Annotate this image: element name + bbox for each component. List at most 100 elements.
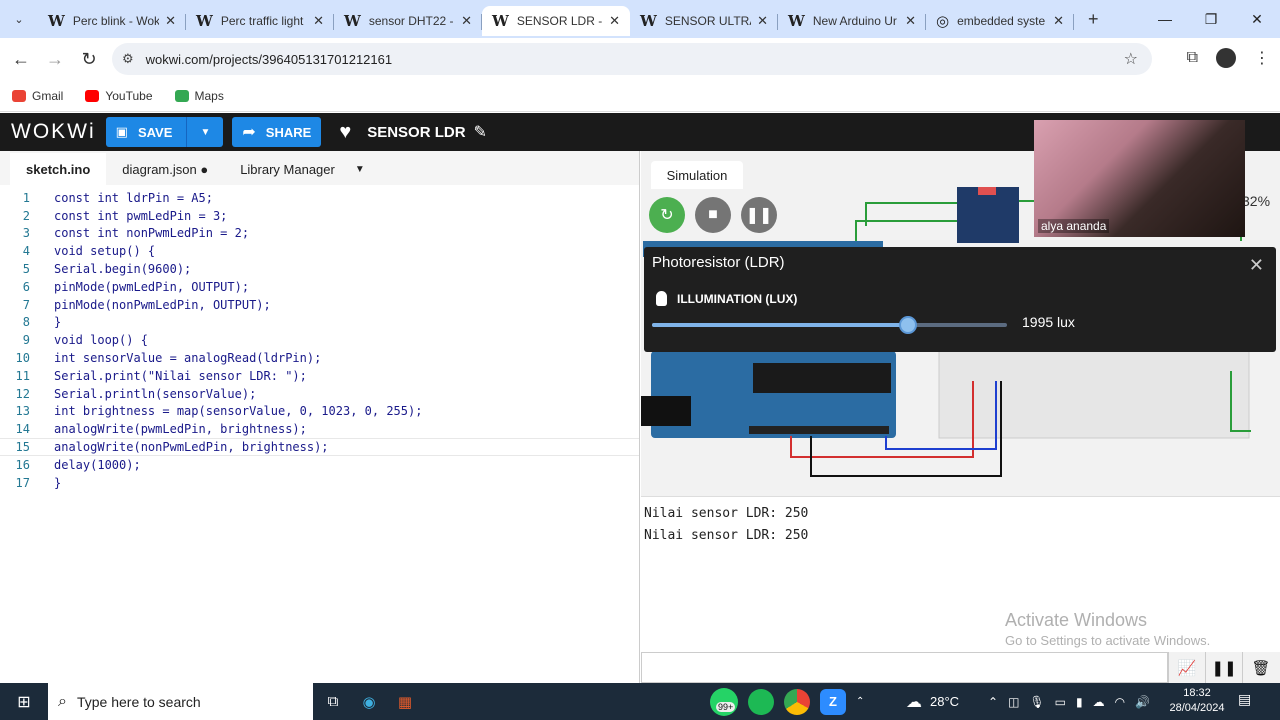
code-line[interactable]: 5 Serial.begin(9600); bbox=[0, 260, 639, 278]
wokwi-favicon-icon: W bbox=[344, 12, 361, 30]
extensions-icon[interactable]: ⧉ bbox=[1187, 49, 1198, 67]
taskbar-search-box[interactable]: ⌕ Type here to search bbox=[48, 683, 313, 720]
code-line[interactable]: 8} bbox=[0, 314, 639, 332]
task-view-icon[interactable]: ⧉ bbox=[317, 693, 349, 710]
clear-serial-trash-icon[interactable]: 🗑 bbox=[1242, 652, 1279, 683]
serial-input-field[interactable] bbox=[641, 652, 1168, 683]
close-popup-icon[interactable]: ✕ bbox=[1249, 255, 1264, 276]
browser-menu-icon[interactable]: ⋮ bbox=[1254, 48, 1270, 68]
code-line[interactable]: 11 Serial.print("Nilai sensor LDR: "); bbox=[0, 367, 639, 385]
volume-icon[interactable]: 🔊 bbox=[1135, 695, 1150, 709]
browser-tab[interactable]: W SENSOR ULTRA ✕ bbox=[630, 6, 778, 36]
save-dropdown-chevron-icon[interactable]: ▼ bbox=[187, 127, 223, 138]
close-tab-icon[interactable]: ✕ bbox=[461, 13, 472, 29]
code-line[interactable]: 9 void loop() { bbox=[0, 331, 639, 349]
close-tab-icon[interactable]: ✕ bbox=[609, 13, 620, 29]
spotify-icon[interactable] bbox=[748, 688, 774, 715]
close-tab-icon[interactable]: ✕ bbox=[757, 13, 768, 29]
code-line[interactable]: 17} bbox=[0, 474, 639, 492]
code-line[interactable]: 1 const int ldrPin = A5; bbox=[0, 189, 639, 207]
project-title: SENSOR LDR bbox=[367, 123, 466, 141]
code-line[interactable]: 15 analogWrite(nonPwmLedPin, brightness); bbox=[0, 438, 639, 456]
code-line[interactable]: 4 void setup() { bbox=[0, 242, 639, 260]
edge-icon[interactable]: ◉ bbox=[353, 693, 385, 711]
code-line[interactable]: 12 Serial.println(sensorValue); bbox=[0, 385, 639, 403]
participant-name: alya ananda bbox=[1038, 219, 1110, 233]
pause-serial-icon[interactable]: ❚❚ bbox=[1205, 652, 1242, 683]
tab-sketch-ino[interactable]: sketch.ino bbox=[10, 153, 107, 185]
browser-tab[interactable]: W SENSOR LDR - V ✕ bbox=[482, 6, 630, 36]
new-tab-button[interactable]: + bbox=[1088, 9, 1099, 30]
share-button[interactable]: ➦ SHARE bbox=[232, 117, 322, 147]
tab-title: Perc traffic light bbox=[220, 14, 304, 28]
code-text: pinMode(pwmLedPin, OUTPUT); bbox=[54, 279, 250, 294]
weather-widget[interactable]: ☁ 28°C bbox=[906, 683, 959, 720]
url-field[interactable]: ⚙ wokwi.com/projects/396405131701212161 … bbox=[112, 43, 1152, 75]
whatsapp-icon[interactable]: 99+ bbox=[710, 687, 738, 716]
close-tab-icon[interactable]: ✕ bbox=[1053, 13, 1064, 29]
bookmark-star-icon[interactable]: ☆ bbox=[1124, 49, 1138, 69]
office-icon[interactable]: ▦ bbox=[389, 693, 421, 711]
browser-tab[interactable]: Wsensor DHT22 - ✕ bbox=[334, 6, 482, 36]
back-button[interactable]: ← bbox=[4, 49, 38, 70]
illumination-slider[interactable] bbox=[652, 316, 1007, 334]
forward-button[interactable]: → bbox=[38, 49, 72, 70]
plotter-chart-icon[interactable]: 📈 bbox=[1168, 652, 1205, 683]
tab-menu-chevron-icon[interactable]: ▼ bbox=[355, 153, 365, 185]
clock[interactable]: 18:32 28/04/2024 bbox=[1168, 686, 1226, 716]
line-number: 13 bbox=[15, 404, 30, 419]
wokwi-favicon-icon: W bbox=[196, 12, 213, 30]
notifications-icon[interactable]: ▤ bbox=[1238, 691, 1251, 708]
code-line[interactable]: 3 const int nonPwmLedPin = 2; bbox=[0, 225, 639, 243]
save-button[interactable]: ▣ SAVE ▼ bbox=[105, 117, 224, 147]
reload-button[interactable]: ↻ bbox=[72, 49, 106, 70]
code-line[interactable]: 16 delay(1000); bbox=[0, 456, 639, 474]
code-line[interactable]: 13 int brightness = map(sensorValue, 0, 1… bbox=[0, 403, 639, 421]
restore-button[interactable]: ❐ bbox=[1188, 0, 1234, 38]
tab-library-manager[interactable]: Library Manager bbox=[224, 153, 351, 185]
minimize-button[interactable]: — bbox=[1142, 0, 1188, 38]
code-line[interactable]: 7 pinMode(nonPwmLedPin, OUTPUT); bbox=[0, 296, 639, 314]
browser-tab[interactable]: W Perc blink - Wok ✕ bbox=[38, 6, 186, 36]
code-line[interactable]: 14 analogWrite(pwmLedPin, brightness); bbox=[0, 420, 639, 438]
microphone-icon[interactable]: 🎙 bbox=[1029, 695, 1044, 709]
tab-search-chevron-icon[interactable]: ⌄ bbox=[0, 0, 38, 38]
camera-icon[interactable]: ◫ bbox=[1008, 695, 1019, 709]
browser-tab[interactable]: W New Arduino Ur ✕ bbox=[778, 6, 926, 36]
close-window-button[interactable]: ✕ bbox=[1234, 0, 1280, 38]
wifi-icon[interactable]: ◠ bbox=[1115, 695, 1125, 709]
slider-thumb[interactable] bbox=[898, 316, 917, 334]
browser-tab[interactable]: ◎ embedded syste ✕ bbox=[926, 6, 1074, 36]
chrome-icon[interactable] bbox=[784, 688, 810, 715]
close-tab-icon[interactable]: ✕ bbox=[165, 13, 176, 29]
zoom-app-icon[interactable]: Z bbox=[820, 688, 846, 715]
battery-icon[interactable]: ▮ bbox=[1076, 695, 1083, 709]
code-line[interactable]: 6 pinMode(pwmLedPin, OUTPUT); bbox=[0, 278, 639, 296]
scroll-chevron-icon[interactable]: ⌃ bbox=[856, 696, 864, 707]
screen-icon[interactable]: ▭ bbox=[1055, 695, 1066, 709]
code-line[interactable]: 10 int sensorValue = analogRead(ldrPin); bbox=[0, 349, 639, 367]
browser-tab[interactable]: W Perc traffic light ✕ bbox=[186, 6, 334, 36]
code-line[interactable]: 2 const int pwmLedPin = 3; bbox=[0, 207, 639, 225]
windows-start-icon[interactable]: ⊞ bbox=[0, 692, 48, 712]
cloud-icon[interactable]: ☁ bbox=[1093, 695, 1105, 709]
wokwi-favicon-icon: W bbox=[48, 12, 65, 30]
code-area[interactable]: 1 const int ldrPin = A5; 2 const int pwmLed… bbox=[0, 185, 639, 492]
close-tab-icon[interactable]: ✕ bbox=[905, 13, 916, 29]
tab-title: New Arduino Ur bbox=[812, 14, 897, 28]
bookmark-maps[interactable]: Maps bbox=[174, 89, 224, 103]
heart-icon[interactable]: ♥ bbox=[339, 121, 351, 144]
code-text: void setup() { bbox=[54, 244, 156, 259]
globe-icon: ◎ bbox=[936, 12, 950, 30]
close-tab-icon[interactable]: ✕ bbox=[313, 13, 324, 29]
bookmark-youtube[interactable]: YouTube bbox=[85, 89, 153, 103]
show-hidden-chevron-icon[interactable]: ⌃ bbox=[988, 695, 998, 709]
site-info-icon[interactable]: ⚙ bbox=[122, 51, 134, 67]
code-text: const int pwmLedPin = 3; bbox=[54, 208, 228, 223]
bookmark-gmail[interactable]: Gmail bbox=[12, 89, 63, 103]
edit-pencil-icon[interactable]: ✎ bbox=[474, 122, 487, 142]
wokwi-logo[interactable]: WOKWi bbox=[11, 120, 96, 144]
editor-tabs: sketch.ino diagram.json ● Library Manage… bbox=[0, 151, 639, 185]
tab-diagram-json[interactable]: diagram.json ● bbox=[106, 153, 224, 185]
profile-avatar[interactable] bbox=[1216, 48, 1236, 68]
